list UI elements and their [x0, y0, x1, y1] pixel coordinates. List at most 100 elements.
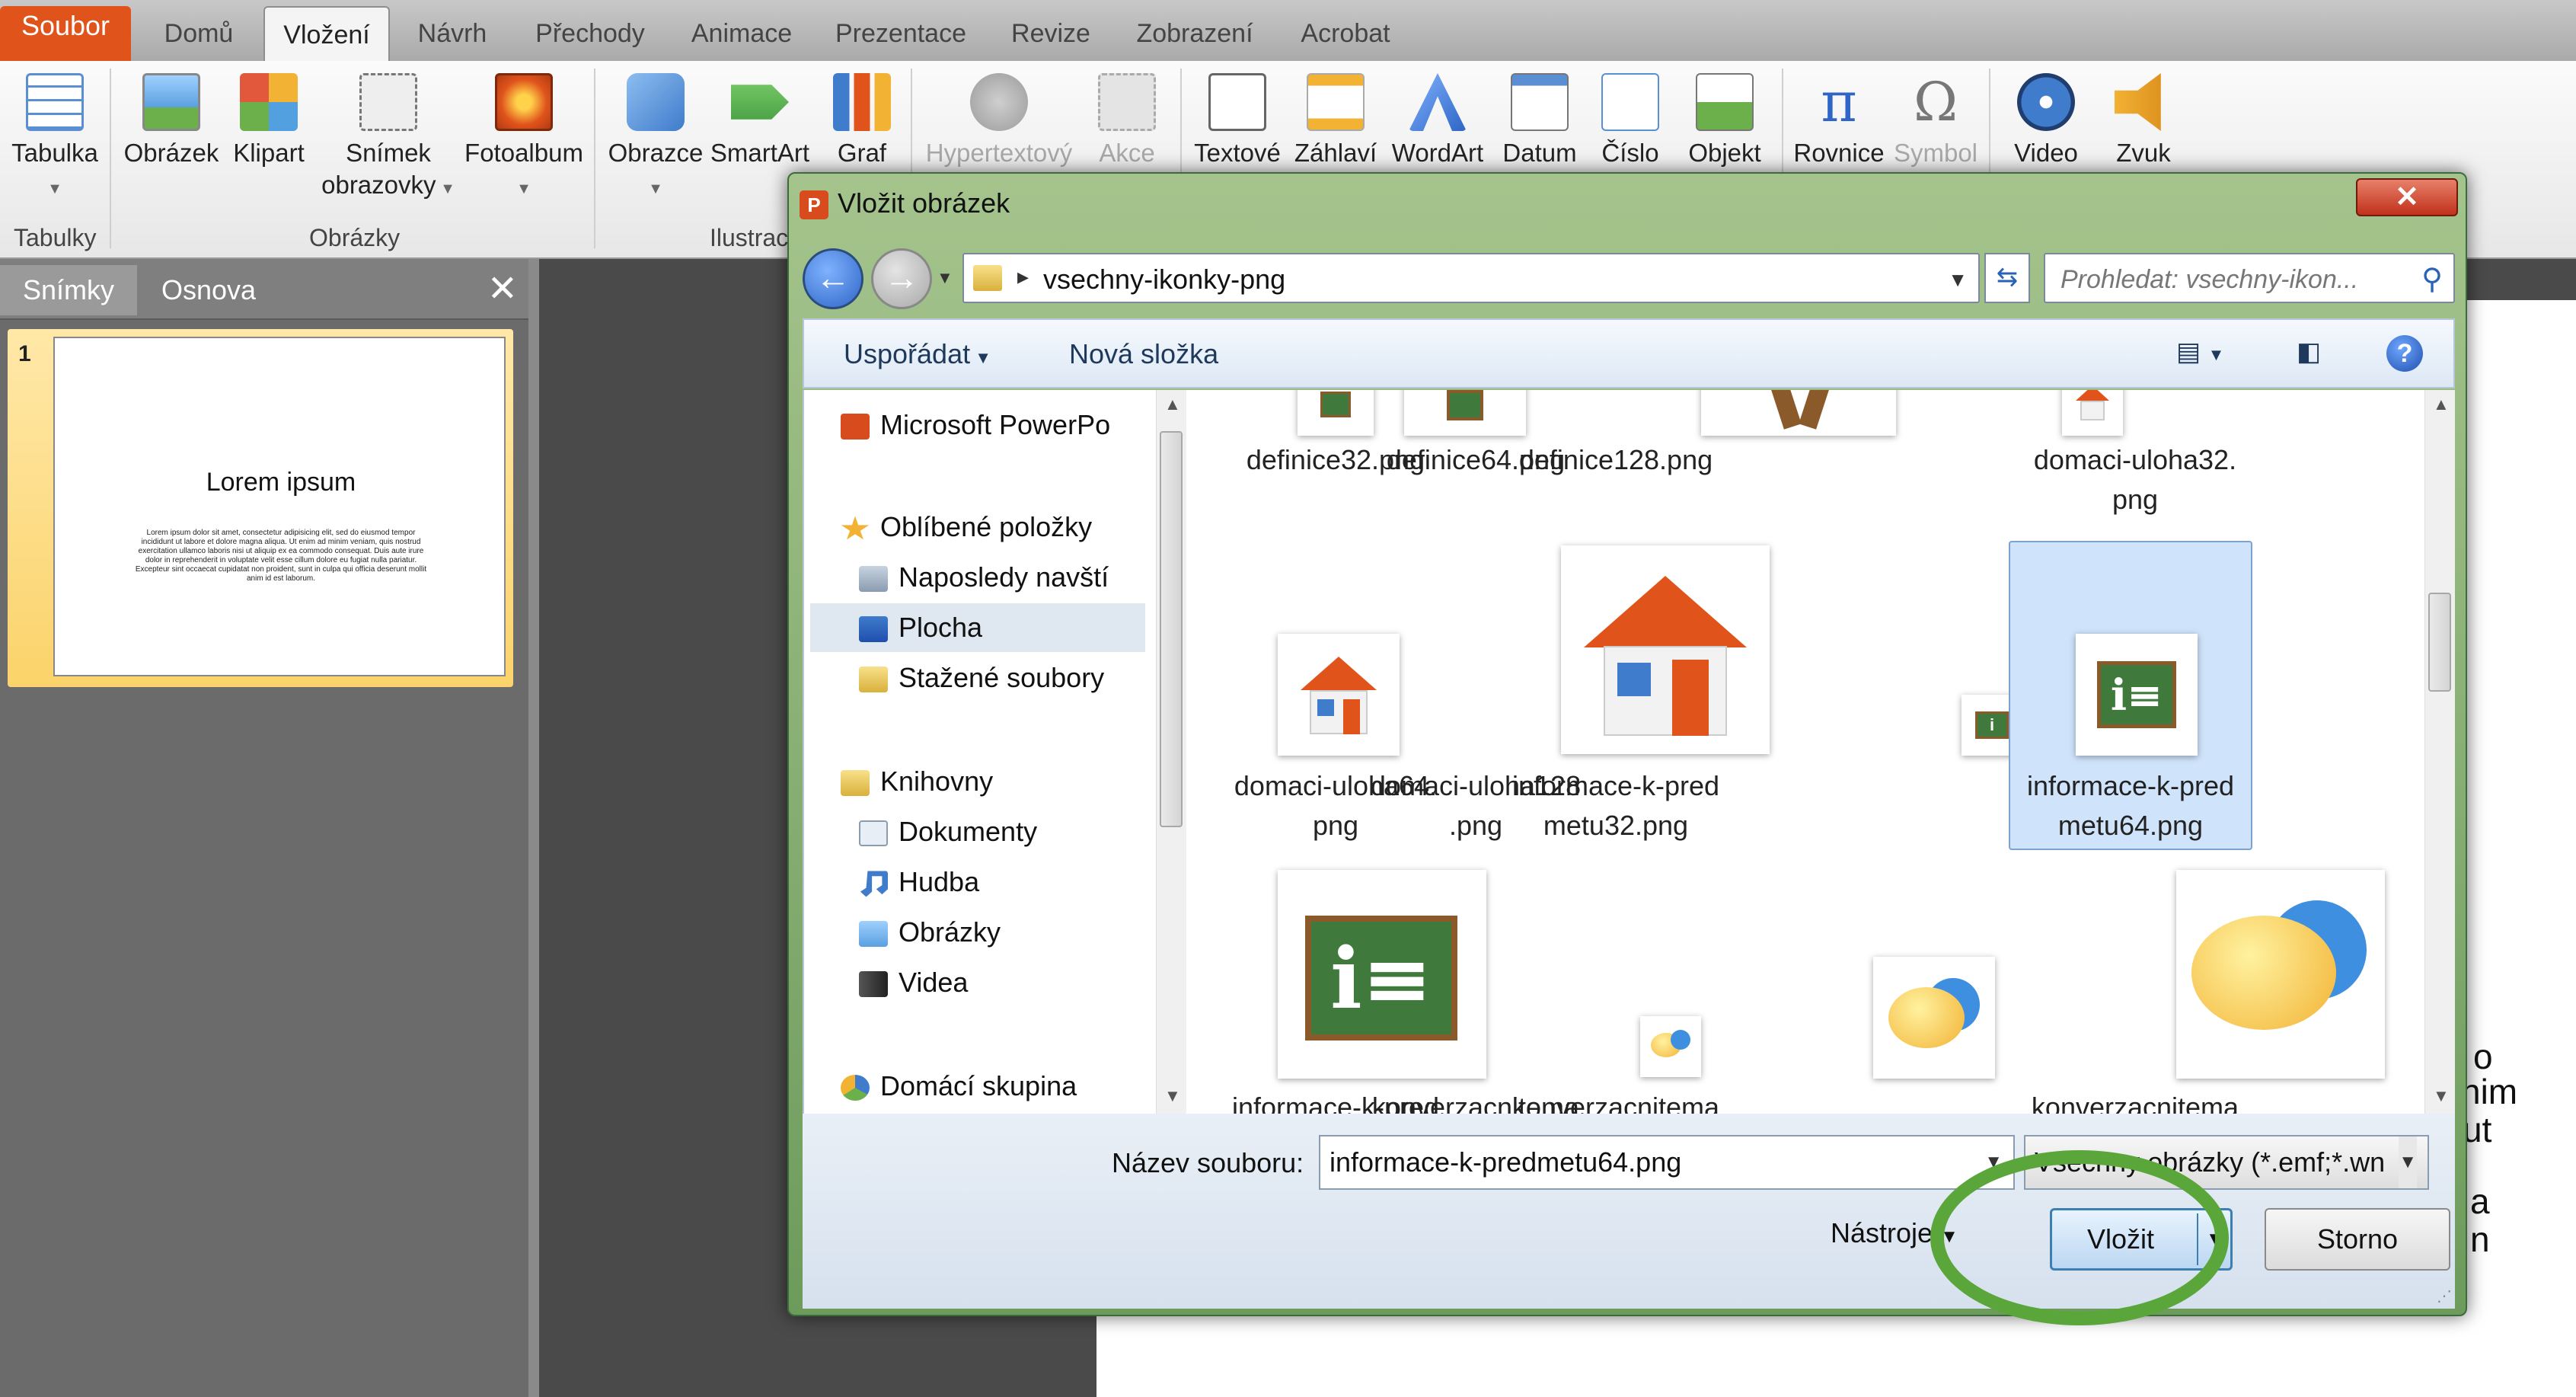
table-button[interactable]: Tabulka ▼: [8, 73, 102, 205]
slide-thumbnail[interactable]: Lorem ipsum Lorem ipsum dolor sit amet, …: [53, 337, 506, 676]
clipart-button[interactable]: Klipart: [227, 73, 311, 169]
video-button[interactable]: Video: [1997, 73, 2096, 169]
symbol-button[interactable]: Ω Symbol: [1890, 73, 1981, 169]
symbol-label: Symbol: [1893, 139, 1978, 167]
shapes-button[interactable]: Obrazce ▼: [606, 73, 705, 205]
equation-label: Rovnice: [1793, 139, 1885, 167]
cancel-button[interactable]: Storno: [2265, 1208, 2450, 1271]
file-list-scrollbar[interactable]: ▲ ▼: [2424, 390, 2455, 1114]
wordart-button[interactable]: WordArt: [1384, 73, 1491, 169]
panel-splitter[interactable]: [528, 259, 539, 1397]
breadcrumb-chevron-icon[interactable]: ▸: [1017, 264, 1029, 290]
audio-button[interactable]: Zvuk: [2102, 73, 2185, 169]
speaker-icon: [2115, 73, 2161, 131]
tab-prechody[interactable]: Přechody: [518, 6, 662, 61]
nav-item-libraries[interactable]: Knihovny: [841, 757, 993, 806]
slide-text-fragment: n: [2470, 1220, 2490, 1259]
file-list: definice32.png definice64.png definice12…: [1186, 390, 2428, 1114]
scrollbar-thumb[interactable]: [2428, 593, 2451, 692]
address-row: ← → ▼ ▸ vsechny-ikonky-png ▼ ⇆ Prohledat…: [803, 245, 2455, 309]
dialog-close-button[interactable]: ✕: [2356, 178, 2458, 216]
nav-item-favorites[interactable]: Oblíbené položky: [841, 503, 1092, 551]
new-folder-button[interactable]: Nová složka: [1069, 338, 1218, 370]
nav-item-downloads[interactable]: Stažené soubory: [859, 654, 1104, 702]
file-item[interactable]: informace-k-pred metu32.png: [1502, 766, 1730, 846]
scrollbar-thumb[interactable]: [1160, 431, 1183, 827]
tab-outline[interactable]: Osnova: [140, 265, 277, 315]
breadcrumb-path[interactable]: vsechny-ikonky-png: [1043, 264, 1285, 296]
nav-item-pictures[interactable]: Obrázky: [859, 908, 1001, 957]
number-button[interactable]: Číslo: [1588, 73, 1672, 169]
nav-item-music[interactable]: Hudba: [859, 858, 979, 906]
tab-animace[interactable]: Animace: [673, 6, 810, 61]
slide-title: Lorem ipsum: [206, 468, 356, 497]
tab-navrh[interactable]: Návrh: [399, 6, 506, 61]
picture-button[interactable]: Obrázek: [122, 73, 221, 169]
tab-domu[interactable]: Domů: [142, 6, 256, 61]
dialog-body: Microsoft PowerPo Oblíbené položky Napos…: [803, 390, 2455, 1114]
chart-button[interactable]: Graf: [824, 73, 900, 169]
file-item[interactable]: domaci-uloha32. png: [2021, 440, 2249, 519]
back-button[interactable]: ←: [803, 248, 863, 309]
photo-album-button[interactable]: Fotoalbum ▼: [460, 73, 588, 205]
organize-button[interactable]: Uspořádat ▼: [844, 338, 991, 370]
panel-tabs: Snímky Osnova ✕: [0, 259, 533, 320]
nav-item-desktop[interactable]: Plocha: [810, 603, 1145, 652]
object-button[interactable]: Objekt: [1675, 73, 1774, 169]
recent-places-icon: [859, 566, 888, 593]
recent-pages-dropdown[interactable]: ▼: [937, 268, 953, 288]
film-reel-icon: [2017, 73, 2075, 131]
equation-button[interactable]: π Rovnice: [1789, 73, 1888, 169]
preview-pane-icon[interactable]: ◧: [2297, 337, 2321, 367]
organize-label: Uspořádat: [844, 338, 971, 369]
file-item[interactable]: konverzacnitema: [1502, 1088, 1730, 1114]
textbox-icon: [1208, 73, 1266, 131]
powerpoint-icon: [841, 414, 870, 440]
forward-button[interactable]: →: [871, 248, 932, 309]
textbox-button[interactable]: Textové: [1188, 73, 1287, 169]
filename-input[interactable]: informace-k-predmetu64.png ▼: [1319, 1135, 2015, 1190]
tab-slides[interactable]: Snímky: [0, 265, 137, 315]
scroll-down-icon[interactable]: ▼: [2433, 1086, 2450, 1106]
nav-item-homegroup[interactable]: Domácí skupina: [841, 1062, 1077, 1111]
tab-soubor[interactable]: Soubor: [0, 6, 131, 61]
search-icon[interactable]: ⚲: [2421, 262, 2443, 296]
action-button[interactable]: Akce: [1081, 73, 1173, 169]
navigation-scrollbar[interactable]: ▲ ▼: [1156, 390, 1186, 1114]
tab-revize[interactable]: Revize: [990, 6, 1112, 61]
help-icon[interactable]: ?: [2386, 335, 2423, 372]
wordart-icon: [1409, 73, 1467, 131]
date-button[interactable]: Datum: [1494, 73, 1585, 169]
search-input[interactable]: Prohledat: vsechny-ikon... ⚲: [2044, 253, 2455, 303]
tab-prezentace[interactable]: Prezentace: [821, 6, 981, 61]
picture-label: Obrázek: [123, 139, 219, 167]
smartart-button[interactable]: SmartArt: [708, 73, 812, 169]
tab-zobrazeni[interactable]: Zobrazení: [1124, 6, 1266, 61]
view-options-icon[interactable]: ▤ ▼: [2176, 337, 2224, 367]
scroll-up-icon[interactable]: ▲: [1164, 395, 1181, 414]
nav-item-videos[interactable]: Videa: [859, 958, 968, 1007]
tab-acrobat[interactable]: Acrobat: [1279, 6, 1412, 61]
slide-text-fragment: a: [2470, 1181, 2490, 1221]
refresh-button[interactable]: ⇆: [1984, 253, 2030, 303]
screenshot-button[interactable]: Snímek obrazovky ▼: [320, 73, 457, 205]
chevron-down-icon[interactable]: ▼: [1948, 268, 1968, 292]
info-board-icon: i≡: [2076, 634, 2198, 756]
nav-item-powerpoint[interactable]: Microsoft PowerPo: [841, 401, 1110, 449]
tab-vlozeni[interactable]: Vložení: [263, 6, 390, 61]
scroll-down-icon[interactable]: ▼: [1164, 1086, 1181, 1106]
nav-item-recent[interactable]: Naposledy navští: [859, 553, 1109, 602]
close-icon[interactable]: ✕: [487, 268, 518, 311]
resize-grip-icon[interactable]: ⋰: [2437, 1287, 2452, 1306]
group-label-illustrations: Ilustrac: [710, 224, 789, 251]
chevron-down-icon[interactable]: ▼: [2399, 1136, 2417, 1188]
file-item[interactable]: konverzacnitema: [2021, 1088, 2249, 1114]
hyperlink-button[interactable]: Hypertextový: [923, 73, 1075, 169]
file-item-label-selected[interactable]: informace-k-pred metu64.png: [2016, 766, 2245, 846]
filename-value[interactable]: informace-k-predmetu64.png: [1329, 1146, 1681, 1178]
header-footer-button[interactable]: Záhlaví: [1290, 73, 1381, 169]
address-bar[interactable]: ▸ vsechny-ikonky-png ▼: [962, 253, 1980, 303]
file-item[interactable]: definice128.png: [1502, 440, 1730, 480]
nav-item-documents[interactable]: Dokumenty: [859, 807, 1037, 856]
scroll-up-icon[interactable]: ▲: [2433, 395, 2450, 414]
